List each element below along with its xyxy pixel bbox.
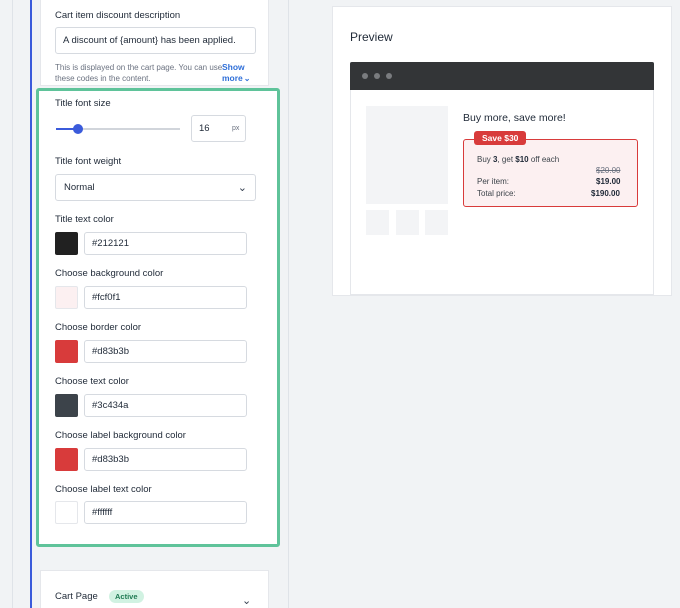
- title-font-weight-label: Title font weight: [55, 156, 122, 167]
- thumbnail-placeholder: [396, 210, 419, 235]
- background-color-label: Choose background color: [55, 268, 164, 279]
- chevron-down-icon: ⌄: [237, 182, 247, 194]
- chevron-down-icon: ⌄: [243, 74, 251, 83]
- font-size-value: 16: [199, 123, 210, 134]
- border-color-swatch[interactable]: [55, 340, 78, 363]
- text-color-swatch[interactable]: [55, 394, 78, 417]
- thumbnail-placeholder: [366, 210, 389, 235]
- total-price: $190.00: [591, 189, 620, 198]
- title-font-size-label: Title font size: [55, 98, 111, 109]
- show-more-label: Show more: [222, 62, 245, 83]
- offer-description: Buy 3, get $10 off each: [477, 155, 560, 164]
- label-text-color-label: Choose label text color: [55, 484, 152, 495]
- browser-titlebar: [350, 62, 654, 90]
- window-dot-icon: [386, 73, 392, 79]
- title-text-color-input[interactable]: #212121: [84, 232, 247, 255]
- cart-page-accordion[interactable]: [40, 570, 269, 608]
- label-text-color-swatch[interactable]: [55, 501, 78, 524]
- window-dot-icon: [362, 73, 368, 79]
- cart-page-label: Cart Page: [55, 591, 98, 602]
- panel-divider: [288, 0, 289, 608]
- window-dot-icon: [374, 73, 380, 79]
- total-price-label: Total price:: [477, 189, 516, 198]
- per-item-label: Per item:: [477, 177, 510, 186]
- font-weight-select[interactable]: Normal ⌄: [55, 174, 256, 201]
- product-title: Buy more, save more!: [463, 112, 566, 124]
- font-weight-value: Normal: [64, 182, 95, 193]
- status-badge: Active: [109, 590, 144, 603]
- title-text-color-swatch[interactable]: [55, 232, 78, 255]
- text-color-input[interactable]: #3c434a: [84, 394, 247, 417]
- font-size-unit: px: [232, 125, 240, 132]
- label-text-color-input[interactable]: #ffffff: [84, 501, 247, 524]
- product-image-placeholder: [366, 106, 448, 204]
- show-more-link[interactable]: Show more⌄: [222, 62, 262, 84]
- border-color-label: Choose border color: [55, 322, 142, 333]
- background-color-input[interactable]: #fcf0f1: [84, 286, 247, 309]
- original-price: $20.00: [596, 166, 621, 175]
- background-color-swatch[interactable]: [55, 286, 78, 309]
- panel-divider: [12, 0, 13, 608]
- active-section-indicator: [30, 0, 32, 608]
- chevron-down-icon[interactable]: ⌄: [242, 594, 251, 607]
- per-item-price: $19.00: [596, 177, 621, 186]
- discount-description-input[interactable]: A discount of {amount} has been applied.: [55, 27, 256, 54]
- text-color-label: Choose text color: [55, 376, 129, 387]
- title-text-color-label: Title text color: [55, 214, 114, 225]
- label-background-color-swatch[interactable]: [55, 448, 78, 471]
- save-badge: Save $30: [474, 131, 527, 145]
- thumbnail-placeholder: [425, 210, 448, 235]
- preview-title: Preview: [350, 30, 393, 44]
- discount-description-label: Cart item discount description: [55, 10, 181, 21]
- discount-help-text: This is displayed on the cart page. You …: [55, 63, 223, 83]
- label-background-color-input[interactable]: #d83b3b: [84, 448, 247, 471]
- label-background-color-label: Choose label background color: [55, 430, 186, 441]
- border-color-input[interactable]: #d83b3b: [84, 340, 247, 363]
